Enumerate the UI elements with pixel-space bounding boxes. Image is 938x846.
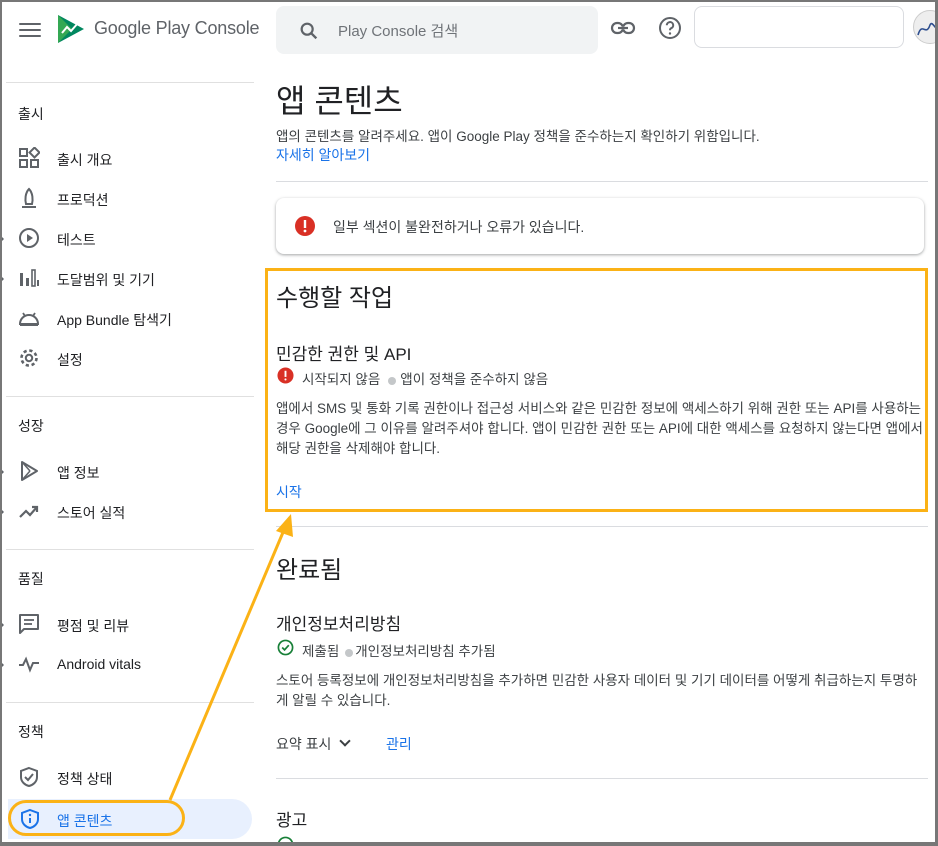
page-title: 앱 콘텐츠 <box>276 83 403 119</box>
play-circle-icon <box>19 228 39 248</box>
check-circle-icon <box>277 639 294 656</box>
show-summary-label: 요약 표시 <box>276 736 332 752</box>
section-title-quality: 품질 <box>18 571 44 587</box>
sidebar-item-android-vitals[interactable]: Android vitals <box>0 644 252 684</box>
bar-chart-icon <box>20 269 39 287</box>
error-icon <box>295 216 315 236</box>
sensitive-permissions-title: 민감한 권한 및 API <box>276 345 412 364</box>
sidebar-item-label: 평점 및 리뷰 <box>57 618 130 634</box>
privacy-policy-title: 개인정보처리방침 <box>276 615 402 634</box>
top-app-bar: Google Play Console <box>0 0 938 64</box>
status-badge: 제출됨 <box>302 644 340 659</box>
divider <box>276 181 928 182</box>
sidebar-item-label: 앱 콘텐츠 <box>57 813 113 829</box>
status-badge: 시작되지 않음 <box>302 372 381 387</box>
brand-name[interactable]: Google Play Console <box>94 18 260 39</box>
sidebar-item-label: 출시 개요 <box>57 152 113 168</box>
sidebar-item-label: App Bundle 탐색기 <box>57 312 172 328</box>
sidebar-item-label: 정책 상태 <box>57 771 113 787</box>
vitals-icon <box>19 656 39 673</box>
production-icon <box>22 187 36 208</box>
separator-dot <box>388 377 397 385</box>
error-alert-banner: 일부 섹션이 불완전하거나 오류가 있습니다. <box>276 198 924 254</box>
section-title-grow: 성장 <box>18 418 44 434</box>
sensitive-permissions-description: 앱에서 SMS 및 통화 기록 권한이나 접근성 서비스와 같은 민감한 정보에… <box>276 401 923 456</box>
error-icon <box>277 367 294 384</box>
play-store-icon <box>21 461 38 481</box>
start-link[interactable]: 시작 <box>276 482 302 502</box>
sidebar: 출시 출시 개요 프로덕션 테스트 도달범위 및 기기 App Bundle 탐… <box>0 64 262 846</box>
search-input[interactable] <box>338 19 578 43</box>
sidebar-item-label: Android vitals <box>57 656 142 672</box>
learn-more-link[interactable]: 자세히 알아보기 <box>276 145 370 165</box>
sidebar-item-release-overview[interactable]: 출시 개요 <box>0 138 252 178</box>
sidebar-item-label: 테스트 <box>57 232 96 248</box>
sidebar-item-app-info[interactable]: 앱 정보 <box>0 451 252 491</box>
sidebar-item-label: 앱 정보 <box>57 465 100 481</box>
todo-section-title: 수행할 작업 <box>276 285 394 312</box>
help-icon[interactable] <box>658 16 682 40</box>
separator-dot <box>345 649 354 657</box>
sidebar-item-reach-devices[interactable]: 도달범위 및 기기 <box>0 258 252 298</box>
status-detail: 앱이 정책을 준수하지 않음 <box>400 372 549 387</box>
search-icon <box>300 22 318 40</box>
sidebar-item-ratings-reviews[interactable]: 평점 및 리뷰 <box>0 604 252 644</box>
alert-message: 일부 섹션이 불완전하거나 오류가 있습니다. <box>333 219 585 235</box>
divider <box>6 82 254 83</box>
android-icon <box>18 312 40 326</box>
divider <box>276 526 928 527</box>
shield-info-icon <box>21 808 39 830</box>
divider <box>276 778 928 779</box>
manage-link[interactable]: 관리 <box>386 734 412 754</box>
sidebar-item-label: 프로덕션 <box>57 192 109 208</box>
reviews-icon <box>19 614 39 634</box>
trending-up-icon <box>19 505 39 518</box>
shield-check-icon <box>20 766 38 788</box>
sidebar-item-label: 설정 <box>57 352 83 368</box>
divider <box>6 702 254 703</box>
avatar[interactable] <box>913 10 938 44</box>
status-detail: 개인정보처리방침 추가됨 <box>355 644 496 659</box>
sidebar-item-policy-status[interactable]: 정책 상태 <box>0 757 252 797</box>
check-circle-icon <box>277 836 294 846</box>
sidebar-item-app-bundle-explorer[interactable]: App Bundle 탐색기 <box>0 298 252 338</box>
sidebar-item-label: 스토어 실적 <box>57 505 126 521</box>
sidebar-item-store-performance[interactable]: 스토어 실적 <box>0 491 252 531</box>
show-summary-toggle[interactable]: 요약 표시 <box>276 734 352 754</box>
privacy-policy-description: 스토어 등록정보에 개인정보처리방침을 추가하면 민감한 사용자 데이터 및 기… <box>276 673 918 708</box>
sidebar-item-testing[interactable]: 테스트 <box>0 218 252 258</box>
sidebar-item-production[interactable]: 프로덕션 <box>0 178 252 218</box>
dashboard-icon <box>19 147 40 168</box>
divider <box>6 549 254 550</box>
search-box[interactable] <box>276 6 598 54</box>
sidebar-item-label: 도달범위 및 기기 <box>57 272 155 288</box>
menu-icon[interactable] <box>14 16 46 44</box>
account-selector[interactable] <box>694 6 904 48</box>
completed-section-title: 완료됨 <box>276 557 343 584</box>
link-icon[interactable] <box>610 17 636 39</box>
play-console-logo <box>58 15 84 43</box>
chevron-down-icon <box>339 735 352 747</box>
ads-title: 광고 <box>276 811 308 830</box>
gear-icon <box>20 349 38 367</box>
sidebar-item-app-content[interactable]: 앱 콘텐츠 <box>8 799 252 839</box>
section-title-policy: 정책 <box>18 724 44 740</box>
divider <box>6 396 254 397</box>
section-title-release: 출시 <box>18 106 44 122</box>
page-description: 앱의 콘텐츠를 알려주세요. 앱이 Google Play 정책을 준수하는지 … <box>276 129 760 144</box>
sidebar-item-settings[interactable]: 설정 <box>0 338 252 378</box>
